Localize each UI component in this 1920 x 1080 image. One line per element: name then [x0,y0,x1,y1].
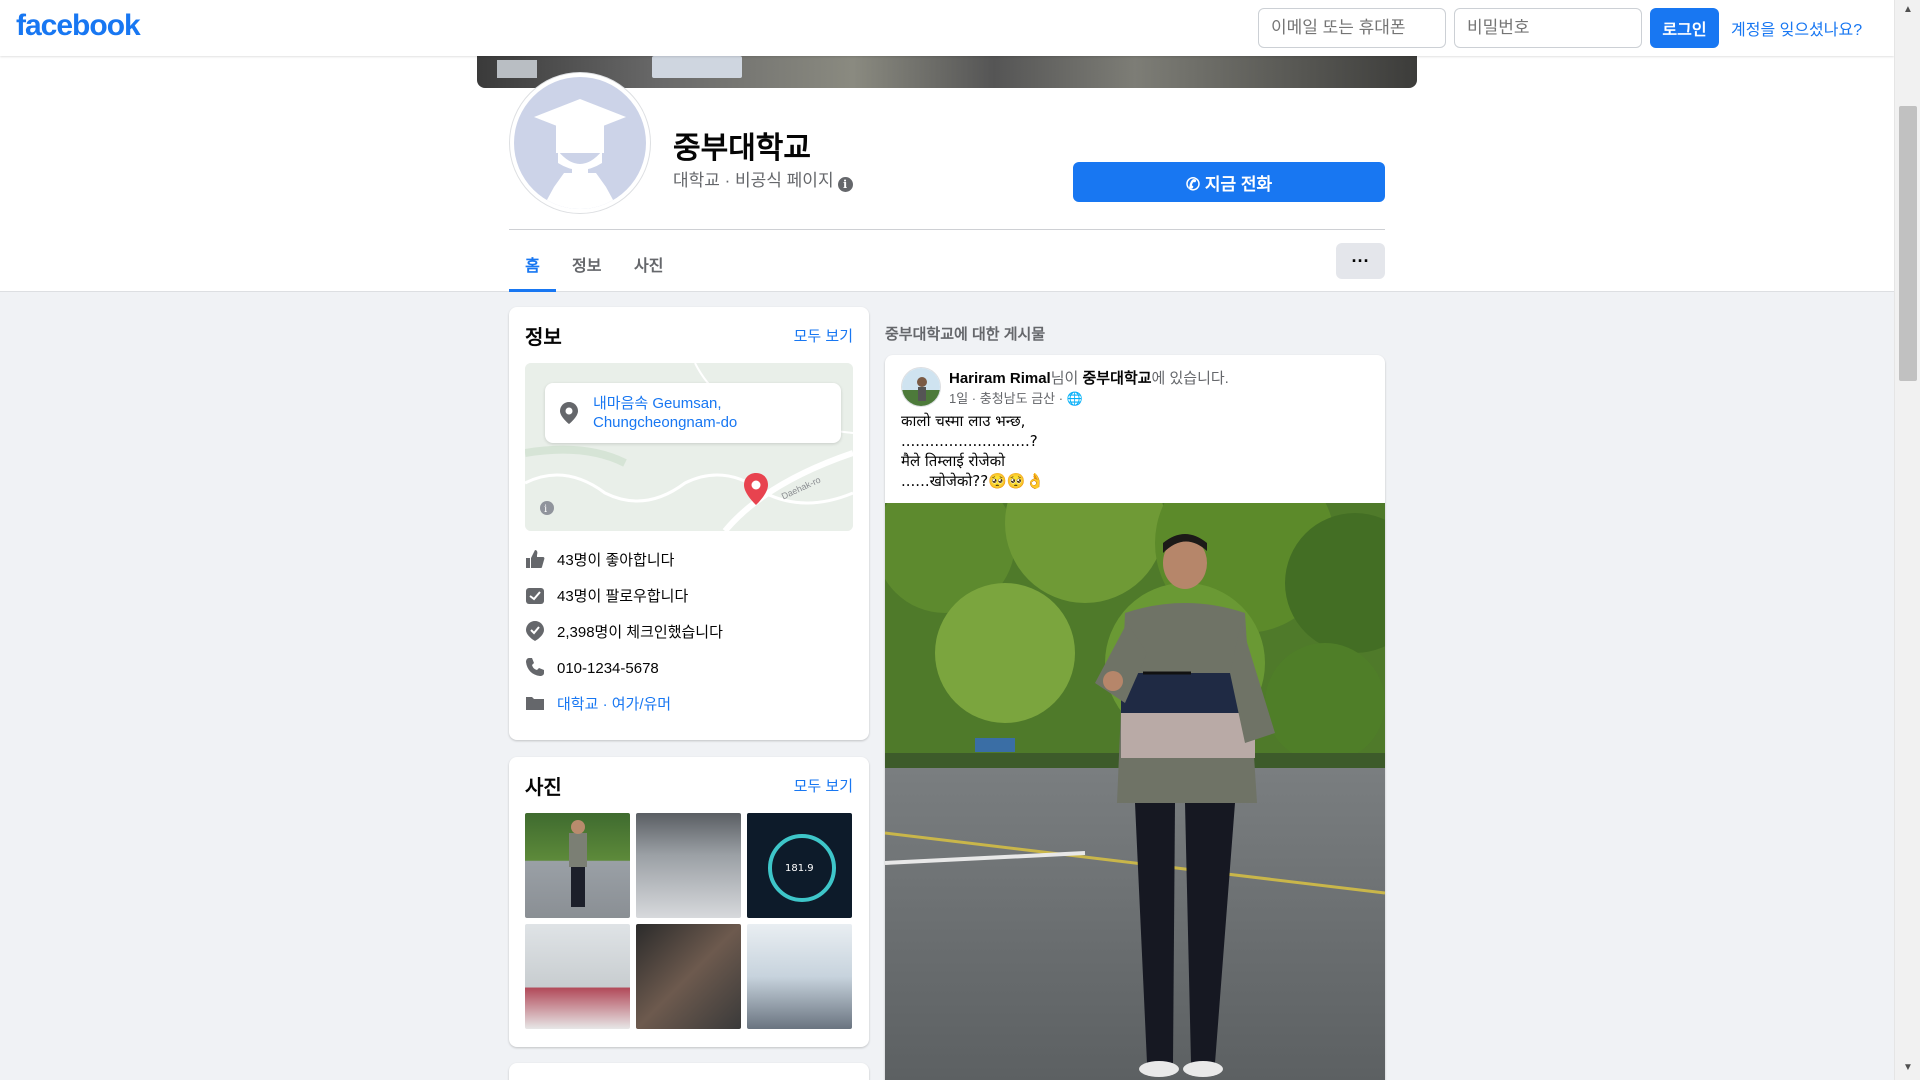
page-category: 대학교 · 비공식 페이지 [673,171,834,190]
map-location-card[interactable]: 내마음속 Geumsan, Chungcheongnam-do [545,383,841,443]
globe-icon: 🌐 [1066,391,1083,406]
cover-detail [652,56,742,78]
post-header: Hariram Rimal님이 중부대학교에 있습니다. [949,367,1229,388]
person-photo [569,820,587,907]
post-text: कालो चस्मा लाउ भन्छ, ...................… [901,412,1045,490]
header-divider [509,229,1385,230]
checkins-row: 2,398명이 체크인했습니다 [525,621,723,645]
svg-text:i: i [544,504,547,515]
tab-home[interactable]: 홈 [509,240,556,292]
post-card: Hariram Rimal님이 중부대학교에 있습니다. 1일 · 충청남도 금… [885,355,1385,1080]
call-now-button[interactable]: ✆ 지금 전화 [1073,162,1385,202]
post-suffix: 에 있습니다. [1151,370,1229,387]
post-place-name[interactable]: 중부대학교 [1083,370,1152,387]
phone-icon [526,658,544,676]
post-image [885,503,1385,1080]
photo-thumbnail[interactable] [747,924,852,1029]
photo-thumbnail[interactable] [636,924,741,1029]
phone-row: 010-1234-5678 [525,657,659,681]
map-pin-icon [744,473,768,505]
thumbs-up-icon [526,550,545,568]
scrollbar-thumb[interactable] [1899,106,1917,381]
likes-text: 43명이 좋아합니다 [557,552,675,569]
checkin-icon [526,621,544,641]
phone-icon: ✆ [1185,174,1205,194]
photos-card-title: 사진 [525,777,562,799]
category-link[interactable]: 대학교 · 여가/유머 [557,696,671,713]
post-photo[interactable] [885,503,1385,1080]
scroll-up-icon[interactable]: ▲ [1895,4,1920,15]
follows-text: 43명이 팔로우합니다 [557,588,689,605]
photo-thumbnail[interactable] [525,924,630,1029]
info-see-all-link[interactable]: 모두 보기 [794,325,853,346]
dashboard-photo: 181.9 [768,834,836,902]
phone-text[interactable]: 010-1234-5678 [557,660,659,677]
profile-avatar[interactable] [510,73,650,213]
more-options-button[interactable]: ··· [1336,243,1385,279]
category-row: 대학교 · 여가/유머 [525,693,671,717]
svg-text:181.9: 181.9 [785,863,814,874]
scroll-down-icon[interactable]: ▼ [1895,1062,1920,1073]
login-button[interactable]: 로그인 [1650,8,1719,48]
page-title: 중부대학교 [673,132,811,165]
photos-see-all-link[interactable]: 모두 보기 [794,775,853,796]
tab-photos[interactable]: 사진 [634,240,663,292]
info-icon[interactable]: i [837,177,853,192]
cover-photo[interactable] [477,56,1417,88]
post-meta-text[interactable]: 1일 · 충청남도 금산 · [949,391,1063,406]
next-card [509,1063,869,1080]
page-header [0,56,1894,292]
likes-row: 43명이 좋아합니다 [525,549,674,573]
photos-card: 사진 모두 보기 181.9 [509,757,869,1047]
info-card-title: 정보 [525,327,562,349]
page-subtitle: 대학교 · 비공식 페이지 i [673,166,853,192]
photo-thumbnail[interactable] [525,813,630,918]
follow-check-icon [526,588,544,604]
page-scrollbar[interactable]: ▲ ▼ [1894,0,1920,1080]
cover-detail [497,60,537,78]
map-location-text: 내마음속 Geumsan, Chungcheongnam-do [593,395,738,431]
photo-thumbnail[interactable]: 181.9 [747,813,852,918]
posts-heading: 중부대학교에 대한 게시물 [885,326,1046,343]
info-card: 정보 모두 보기 i Daehak-ro 내마음속 Geumsan, Chung… [509,307,869,740]
post-connector: 님이 [1050,370,1083,387]
post-author-name[interactable]: Hariram Rimal [949,370,1051,387]
forgot-account-link[interactable]: 계정을 잊으셨나요? [1731,16,1862,40]
checkins-text: 2,398명이 체크인했습니다 [557,624,723,641]
location-pin-icon [560,402,578,424]
top-navbar: facebook 로그인 계정을 잊으셨나요? [0,0,1894,56]
follows-row: 43명이 팔로우합니다 [525,585,688,609]
location-map[interactable]: i Daehak-ro 내마음속 Geumsan, Chungcheongnam… [525,363,853,531]
author-photo [902,368,940,406]
folder-icon [526,697,544,710]
call-label: 지금 전화 [1204,174,1273,194]
facebook-logo[interactable]: facebook [16,9,141,43]
graduate-avatar-icon [514,77,646,209]
password-input[interactable] [1454,8,1642,48]
email-input[interactable] [1258,8,1446,48]
photo-thumbnail[interactable] [636,813,741,918]
post-meta: 1일 · 충청남도 금산 · 🌐 [949,388,1083,407]
post-author-avatar[interactable] [901,367,941,407]
tab-about[interactable]: 정보 [572,240,601,292]
